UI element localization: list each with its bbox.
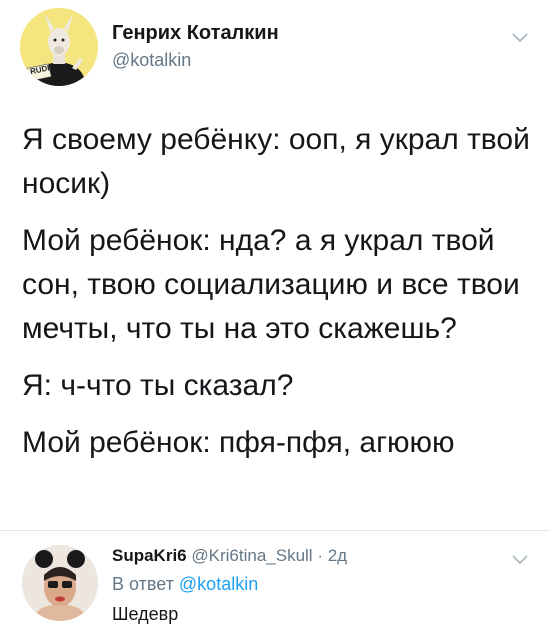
reply-to-prefix: В ответ bbox=[112, 574, 174, 594]
divider bbox=[0, 530, 550, 531]
reply-text: Шедевр bbox=[112, 604, 179, 624]
tweet-paragraph: Мой ребёнок: пфя-пфя, агююю bbox=[22, 426, 455, 459]
chevron-down-icon[interactable] bbox=[510, 552, 530, 566]
reply-timestamp[interactable]: 2д bbox=[328, 546, 347, 565]
reply-to-mention-link[interactable]: @kotalkin bbox=[179, 574, 258, 594]
reply-author-avatar[interactable] bbox=[22, 545, 98, 621]
author-handle[interactable]: @kotalkin bbox=[112, 50, 191, 71]
chevron-down-icon[interactable] bbox=[510, 30, 530, 44]
tweet-body: Я своему ребёнку: ооп, я украл твой носи… bbox=[22, 118, 532, 478]
tweet-paragraph: Я своему ребёнку: ооп, я украл твой носи… bbox=[22, 123, 530, 200]
author-avatar[interactable]: RUDE bbox=[20, 8, 98, 86]
reply-meta-separator: · bbox=[317, 546, 323, 565]
tweet-paragraph: Я: ч-что ты сказал? bbox=[22, 369, 294, 402]
reply-to-line: В ответ @kotalkin bbox=[112, 574, 258, 595]
tweet: RUDE Генрих Коталкин @kotalkin Я своему … bbox=[0, 0, 550, 643]
reply-author-handle[interactable]: @Kri6tina_Skull bbox=[191, 546, 312, 565]
tweet-paragraph: Мой ребёнок: нда? а я украл твой сон, тв… bbox=[22, 224, 520, 345]
reply-header: SupaKri6 @Kri6tina_Skull · 2д bbox=[112, 546, 347, 566]
reply-author-name[interactable]: SupaKri6 bbox=[112, 546, 187, 565]
reply-avatar-photo-icon bbox=[22, 545, 98, 621]
tweet-header: RUDE Генрих Коталкин @kotalkin bbox=[20, 8, 530, 88]
author-name[interactable]: Генрих Коталкин bbox=[112, 22, 279, 45]
